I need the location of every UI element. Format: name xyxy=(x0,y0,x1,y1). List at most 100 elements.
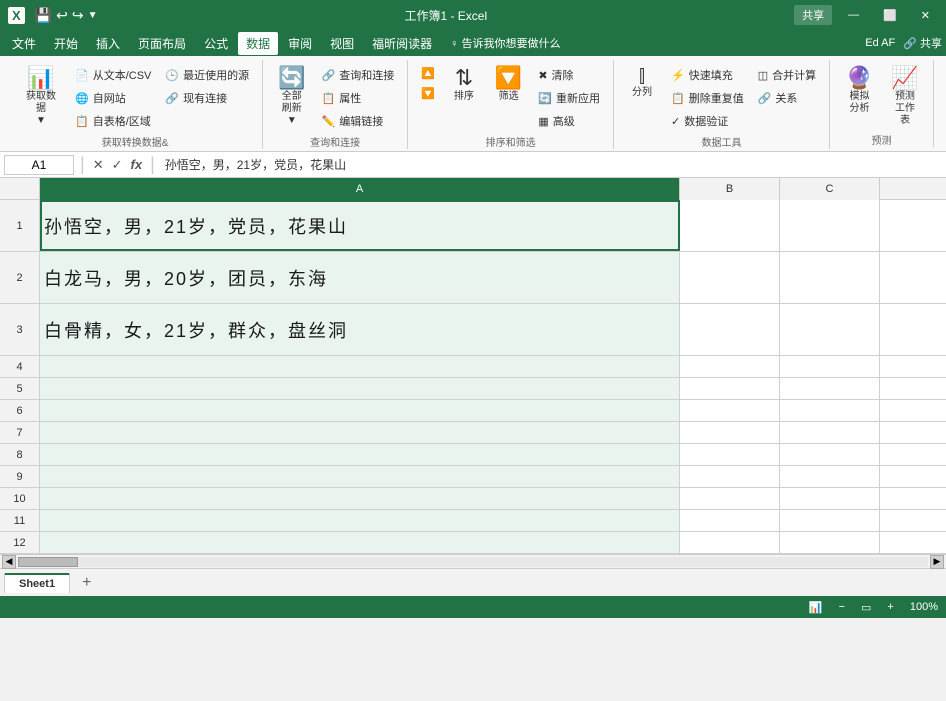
view-normal-icon[interactable]: 📊 xyxy=(809,601,823,614)
forecast-sheet-button[interactable]: 📈 预测工作表 xyxy=(885,64,925,130)
cell-c5[interactable] xyxy=(780,378,880,399)
scroll-track-h[interactable] xyxy=(18,557,928,567)
menu-item-layout[interactable]: 页面布局 xyxy=(130,32,194,55)
close-button[interactable]: ✕ xyxy=(913,7,938,24)
menu-item-review[interactable]: 审阅 xyxy=(280,32,320,55)
cell-a1[interactable]: 孙悟空，男，21岁，党员，花果山 xyxy=(40,200,680,251)
consolidate-button[interactable]: ◫ 合并计算 xyxy=(753,64,821,86)
cell-a5[interactable] xyxy=(40,378,680,399)
cell-a2[interactable]: 白龙马，男，20岁，团员，东海 xyxy=(40,252,680,303)
cell-c12[interactable] xyxy=(780,532,880,553)
sort-asc-button[interactable]: 🔼 xyxy=(416,64,440,83)
cell-a10[interactable] xyxy=(40,488,680,509)
add-sheet-button[interactable]: + xyxy=(74,572,99,594)
advanced-button[interactable]: ▦ 高级 xyxy=(533,110,605,132)
cell-b11[interactable] xyxy=(680,510,780,531)
quick-access-save[interactable]: 💾 xyxy=(35,7,52,24)
web-button[interactable]: 🌐 自网站 xyxy=(70,87,156,109)
row-num-11: 11 xyxy=(0,510,40,531)
col-header-c[interactable]: C xyxy=(780,178,880,200)
menu-item-file[interactable]: 文件 xyxy=(4,32,44,55)
share-icon[interactable]: 🔗 共享 xyxy=(903,35,942,51)
menu-item-data[interactable]: 数据 xyxy=(238,32,278,55)
cell-a3[interactable]: 白骨精，女，21岁，群众，盘丝洞 xyxy=(40,304,680,355)
remove-dup-button[interactable]: 📋 删除重复值 xyxy=(666,87,749,109)
cell-c4[interactable] xyxy=(780,356,880,377)
share-button[interactable]: 共享 xyxy=(794,5,832,25)
clear-button[interactable]: ✖ 清除 xyxy=(533,64,605,86)
properties-button[interactable]: 📋 属性 xyxy=(317,87,400,109)
cell-b5[interactable] xyxy=(680,378,780,399)
cell-name-input[interactable] xyxy=(4,155,74,175)
zoom-out-button[interactable]: − xyxy=(839,601,845,613)
recent-sources-button[interactable]: 🕒 最近使用的源 xyxy=(160,64,254,86)
cell-a7[interactable] xyxy=(40,422,680,443)
cell-a4[interactable] xyxy=(40,356,680,377)
filter-button[interactable]: 🔽 筛选 xyxy=(488,64,529,106)
quick-access-undo[interactable]: ↩ xyxy=(56,7,68,24)
relation-button[interactable]: 🔗 关系 xyxy=(753,87,821,109)
cell-c11[interactable] xyxy=(780,510,880,531)
cell-b4[interactable] xyxy=(680,356,780,377)
cell-b2[interactable] xyxy=(680,252,780,303)
existing-conn-button[interactable]: 🔗 现有连接 xyxy=(160,87,254,109)
refresh-all-button[interactable]: 🔄 全部刷新▼ xyxy=(271,64,312,130)
cell-c9[interactable] xyxy=(780,466,880,487)
scroll-thumb-h[interactable] xyxy=(18,557,78,567)
cell-a12[interactable] xyxy=(40,532,680,553)
cell-b3[interactable] xyxy=(680,304,780,355)
zoom-slider[interactable]: ▭ xyxy=(861,601,871,614)
cell-c8[interactable] xyxy=(780,444,880,465)
quick-access-redo[interactable]: ↪ xyxy=(72,7,84,24)
cell-a6[interactable] xyxy=(40,400,680,421)
menu-item-formula[interactable]: 公式 xyxy=(196,32,236,55)
confirm-formula-icon[interactable]: ✓ xyxy=(110,157,125,173)
scroll-right-button[interactable]: ▶ xyxy=(930,555,944,569)
cell-b8[interactable] xyxy=(680,444,780,465)
cell-c3[interactable] xyxy=(780,304,880,355)
text-csv-button[interactable]: 📄 从文本/CSV xyxy=(70,64,156,86)
flash-fill-button[interactable]: ⚡ 快速填充 xyxy=(666,64,749,86)
menu-item-ask[interactable]: ♀ 告诉我你想要做什么 xyxy=(442,32,568,54)
split-col-button[interactable]: ⫿ 分列 xyxy=(622,64,662,102)
reapply-button[interactable]: 🔄 重新应用 xyxy=(533,87,605,109)
outline-button[interactable]: ≡ 分级显示 xyxy=(942,64,946,118)
col-header-a[interactable]: A xyxy=(40,178,680,200)
cell-b9[interactable] xyxy=(680,466,780,487)
cell-b12[interactable] xyxy=(680,532,780,553)
cell-b7[interactable] xyxy=(680,422,780,443)
cell-c6[interactable] xyxy=(780,400,880,421)
insert-function-icon[interactable]: fx xyxy=(129,157,145,172)
cell-a11[interactable] xyxy=(40,510,680,531)
quick-access-dropdown[interactable]: ▼ xyxy=(88,10,98,21)
cell-b1[interactable] xyxy=(680,200,780,251)
cell-a8[interactable] xyxy=(40,444,680,465)
cell-b10[interactable] xyxy=(680,488,780,509)
cell-c10[interactable] xyxy=(780,488,880,509)
cell-a9[interactable] xyxy=(40,466,680,487)
table-range-button[interactable]: 📋 自表格/区域 xyxy=(70,110,156,132)
cancel-formula-icon[interactable]: ✕ xyxy=(91,157,106,173)
cell-c7[interactable] xyxy=(780,422,880,443)
scroll-left-button[interactable]: ◀ xyxy=(2,555,16,569)
menu-item-reader[interactable]: 福昕阅读器 xyxy=(364,32,440,55)
cell-c1[interactable] xyxy=(780,200,880,251)
sort-desc-button[interactable]: 🔽 xyxy=(416,84,440,103)
query-connect-button[interactable]: 🔗 查询和连接 xyxy=(317,64,400,86)
menu-item-insert[interactable]: 插入 xyxy=(88,32,128,55)
cell-c2[interactable] xyxy=(780,252,880,303)
horizontal-scrollbar[interactable]: ◀ ▶ xyxy=(0,554,946,568)
cell-b6[interactable] xyxy=(680,400,780,421)
what-if-button[interactable]: 🔮 模拟分析 xyxy=(838,64,881,118)
edit-links-button[interactable]: ✏️ 编辑链接 xyxy=(317,110,400,132)
menu-item-view[interactable]: 视图 xyxy=(322,32,362,55)
minimize-button[interactable]: — xyxy=(840,7,867,23)
validate-button[interactable]: ✓ 数据验证 xyxy=(666,110,749,132)
get-data-button[interactable]: 📊 获取数据▼ xyxy=(16,64,66,130)
sort-button[interactable]: ⇅ 排序 xyxy=(444,64,484,106)
zoom-in-button[interactable]: + xyxy=(887,601,893,613)
sheet-tab-sheet1[interactable]: Sheet1 xyxy=(4,573,70,593)
maximize-button[interactable]: ⬜ xyxy=(875,7,905,24)
col-header-b[interactable]: B xyxy=(680,178,780,200)
menu-item-home[interactable]: 开始 xyxy=(46,32,86,55)
